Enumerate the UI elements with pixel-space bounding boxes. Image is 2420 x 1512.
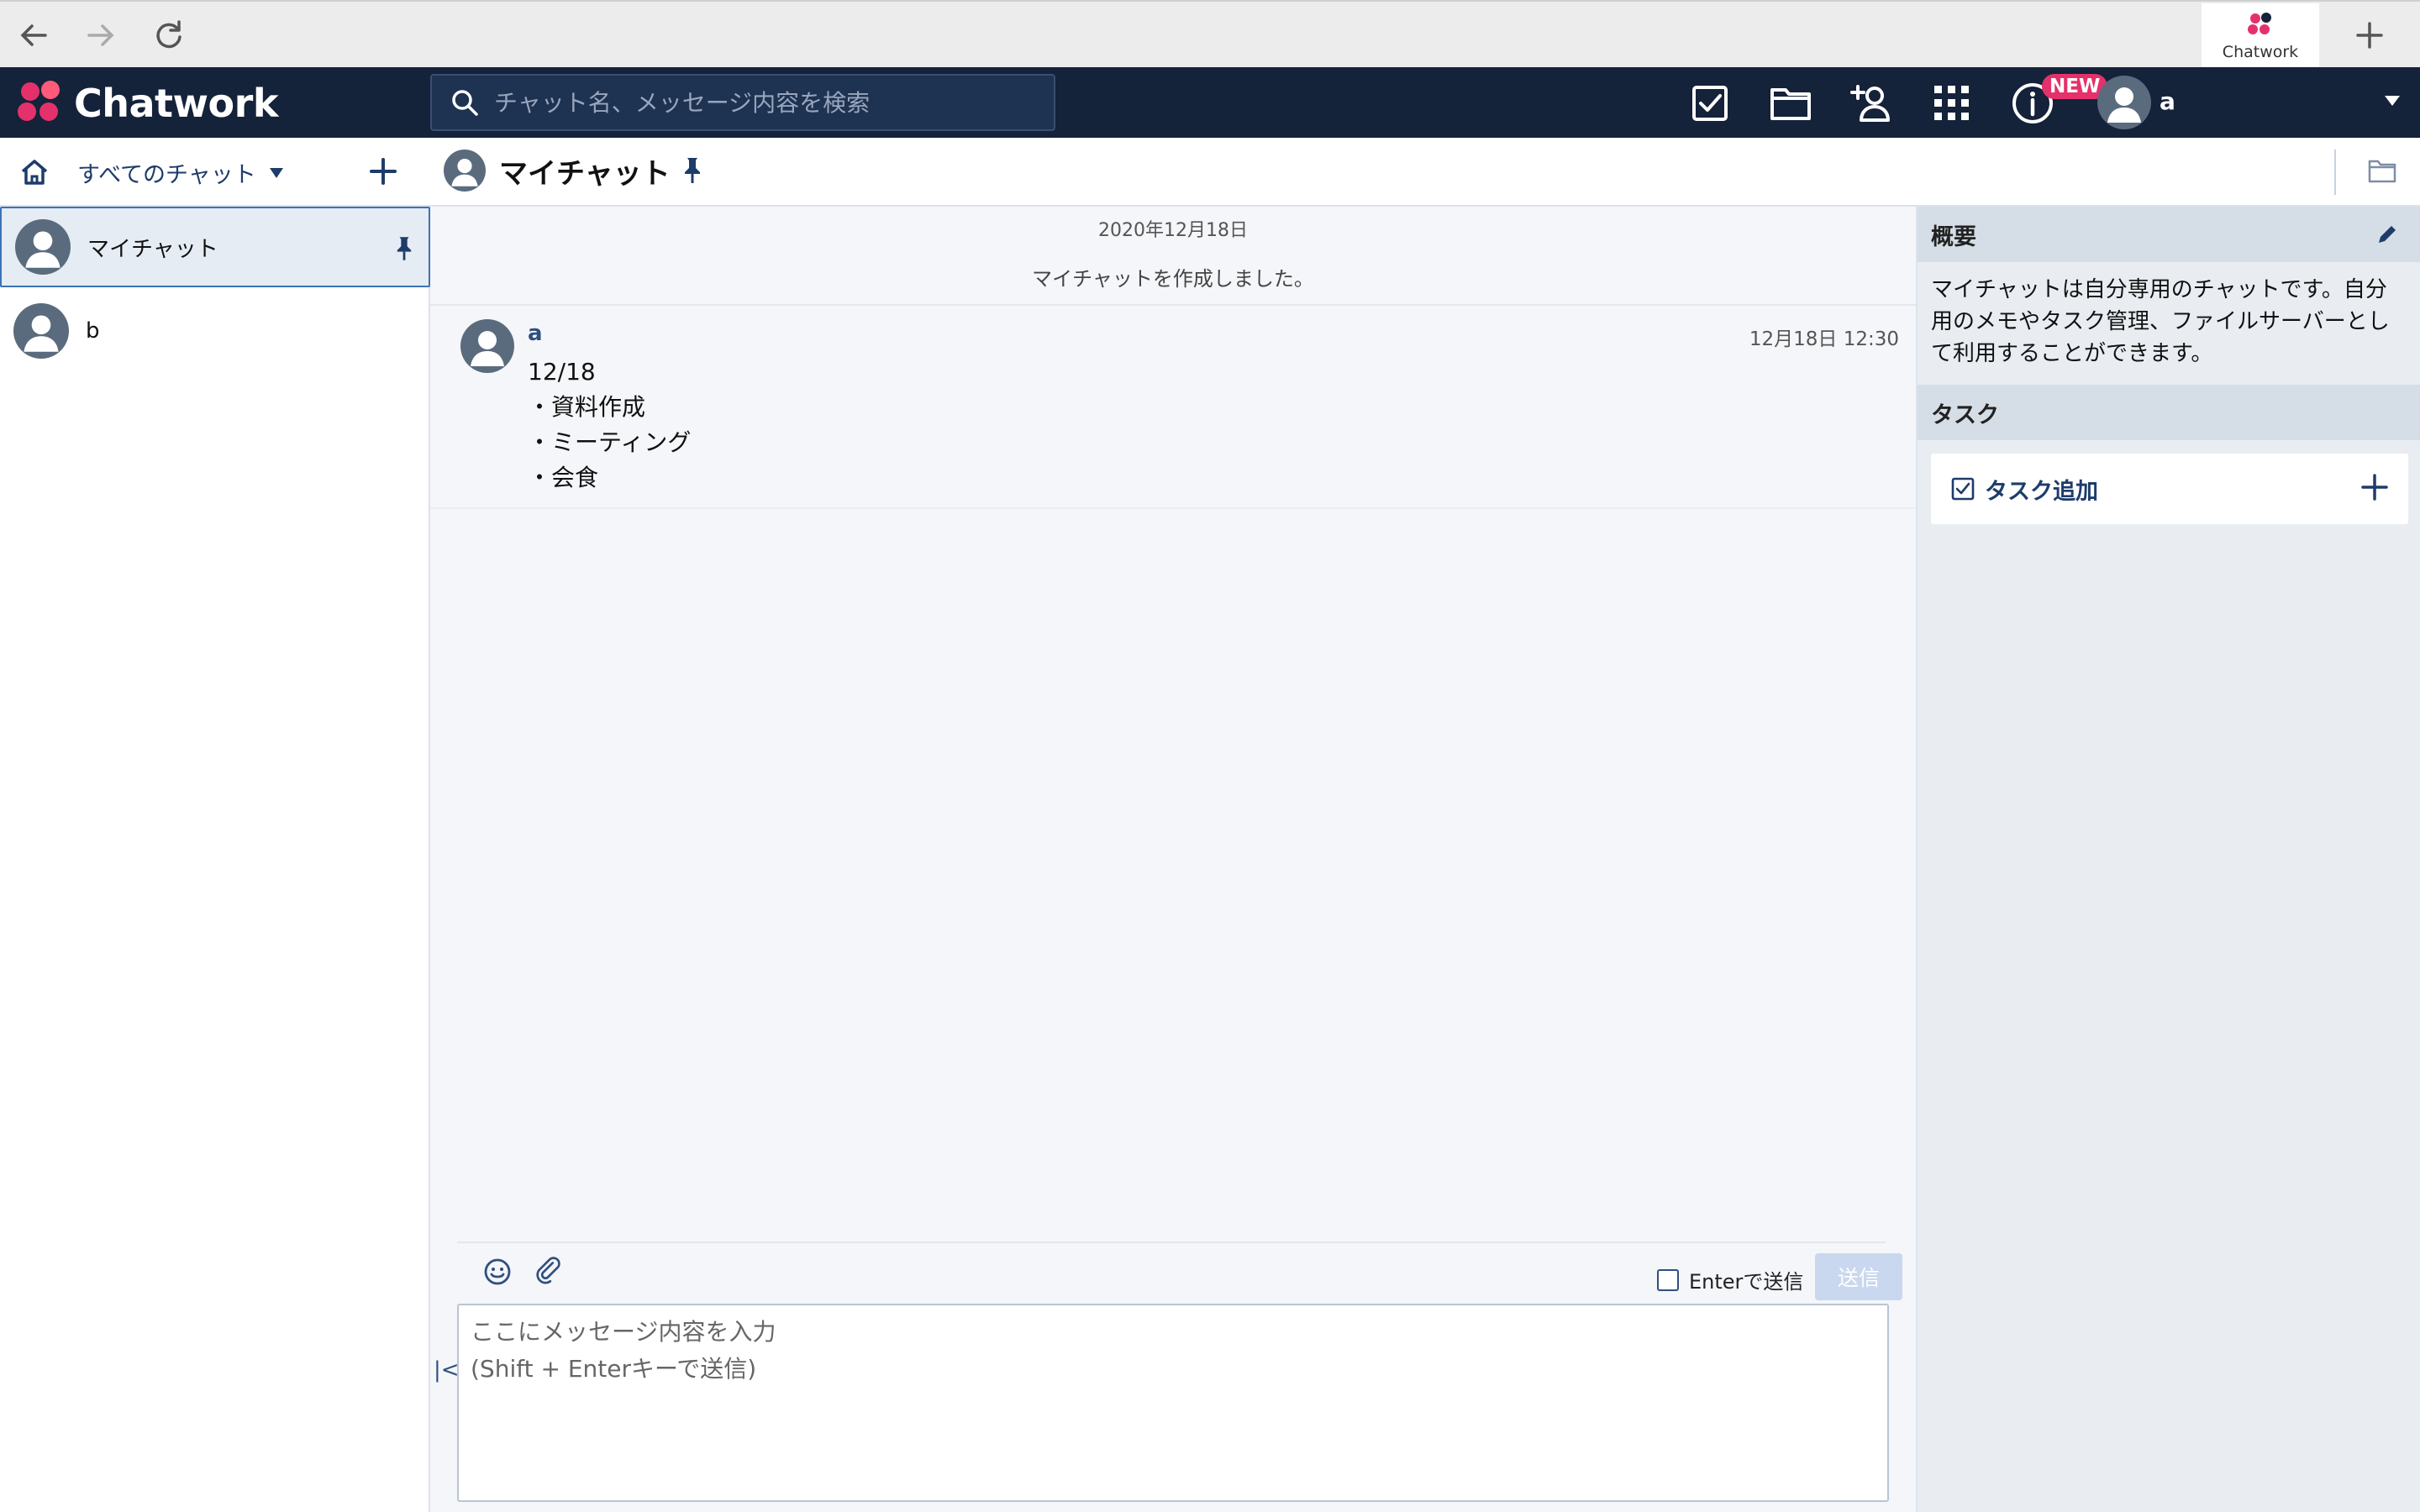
room-item-label: b xyxy=(86,318,100,344)
search-input[interactable] xyxy=(494,88,1032,117)
browser-tab-title: Chatwork xyxy=(2222,43,2299,61)
app-header: Chatwork NEW a xyxy=(0,67,2420,138)
room-item-label: マイチャット xyxy=(87,236,218,262)
chevron-down-icon xyxy=(269,167,283,178)
emoji-icon[interactable] xyxy=(482,1257,513,1287)
avatar xyxy=(13,303,69,359)
browser-tab[interactable]: Chatwork xyxy=(2202,3,2319,69)
folder-icon[interactable] xyxy=(2368,158,2396,183)
chatwork-logo-icon xyxy=(18,81,60,121)
search-icon xyxy=(452,90,478,116)
task-heading: タスク xyxy=(1918,385,2420,440)
message-timestamp: 12月18日 12:30 xyxy=(1749,328,1899,350)
new-tab-plus-icon[interactable] xyxy=(2348,13,2391,57)
chat-filter-label: すべてのチャット xyxy=(77,162,256,188)
chat-filter-dropdown[interactable]: すべてのチャット xyxy=(77,156,283,189)
reload-icon[interactable] xyxy=(146,13,190,57)
plus-icon xyxy=(370,158,397,185)
message-body: 12/18 ・資料作成 ・ミーティング ・会食 xyxy=(528,354,691,496)
message-line: 12/18 xyxy=(528,358,596,386)
message-input[interactable] xyxy=(457,1304,1889,1502)
room-item-b[interactable]: b xyxy=(0,291,430,371)
edit-pencil-icon[interactable] xyxy=(2375,222,2400,247)
message-item[interactable]: a 12月18日 12:30 12/18 ・資料作成 ・ミーティング ・会食 xyxy=(430,307,1916,509)
room-header: マイチャット xyxy=(444,150,702,192)
avatar[interactable] xyxy=(460,319,514,373)
message-line: ・ミーティング xyxy=(528,428,692,456)
room-avatar xyxy=(444,150,486,192)
message-author[interactable]: a xyxy=(528,321,543,346)
add-contact-icon[interactable] xyxy=(1849,81,1894,126)
enter-send-toggle[interactable]: Enterで送信 xyxy=(1657,1265,1803,1294)
task-check-icon[interactable] xyxy=(1687,81,1733,126)
folder-icon[interactable] xyxy=(1768,81,1813,126)
add-task-button[interactable]: タスク追加 xyxy=(1931,454,2408,524)
room-title: マイチャット xyxy=(499,156,671,191)
chatwork-favicon-icon xyxy=(2248,13,2271,34)
room-info-panel: 概要 マイチャットは自分専用のチャットです。自分用のメモやタスク管理、ファイルサ… xyxy=(1916,207,2420,1512)
collapse-sidebar-icon[interactable]: |< xyxy=(434,1357,460,1383)
date-label: 2020年12月18日 xyxy=(1098,220,1248,241)
forward-arrow-icon[interactable] xyxy=(79,13,123,57)
attachment-icon[interactable] xyxy=(534,1257,565,1287)
user-menu-caret-icon[interactable] xyxy=(2385,96,2400,106)
back-arrow-icon[interactable] xyxy=(12,13,55,57)
enter-send-label: Enterで送信 xyxy=(1689,1270,1804,1294)
message-timeline[interactable]: 2020年12月18日 マイチャットを作成しました。 a 12月18日 12:3… xyxy=(430,207,1916,1240)
search-bar[interactable] xyxy=(430,74,1055,131)
room-item-mychat[interactable]: マイチャット xyxy=(0,207,430,287)
browser-toolbar: Chatwork xyxy=(0,0,2420,69)
home-icon[interactable] xyxy=(18,156,50,188)
plus-icon[interactable] xyxy=(2360,472,2390,502)
task-heading-label: タスク xyxy=(1931,402,1999,428)
message-line: ・資料作成 xyxy=(528,393,646,421)
apps-grid-icon[interactable] xyxy=(1929,81,1975,126)
pin-icon[interactable] xyxy=(682,156,702,185)
enter-send-checkbox[interactable] xyxy=(1657,1268,1679,1291)
add-chat-button[interactable] xyxy=(365,153,402,190)
system-message: マイチャットを作成しました。 xyxy=(1032,267,1314,291)
user-avatar[interactable] xyxy=(2097,76,2151,129)
brand-name: Chatwork xyxy=(74,81,278,126)
chatwork-logo[interactable]: Chatwork xyxy=(15,79,278,128)
date-divider: 2020年12月18日 マイチャットを作成しました。 xyxy=(430,207,1916,306)
overview-heading-label: 概要 xyxy=(1931,223,1976,250)
overview-text: マイチャットは自分専用のチャットです。自分用のメモやタスク管理、ファイルサーバー… xyxy=(1931,277,2390,366)
message-composer: |< Enterで送信 送信 xyxy=(430,1240,1916,1512)
sub-header: すべてのチャット マイチャット xyxy=(0,138,2420,207)
task-check-icon xyxy=(1951,477,1975,501)
overview-heading: 概要 xyxy=(1918,207,2420,262)
composer-toolbar: Enterで送信 送信 xyxy=(457,1242,1902,1300)
user-name[interactable]: a xyxy=(2160,87,2175,115)
divider xyxy=(2334,150,2336,195)
pin-icon[interactable] xyxy=(395,235,413,262)
room-list-sidebar: マイチャット b xyxy=(0,207,430,1512)
avatar xyxy=(15,219,71,275)
add-task-label: タスク追加 xyxy=(1985,478,2098,505)
send-button[interactable]: 送信 xyxy=(1815,1253,1902,1300)
message-line: ・会食 xyxy=(528,464,599,491)
